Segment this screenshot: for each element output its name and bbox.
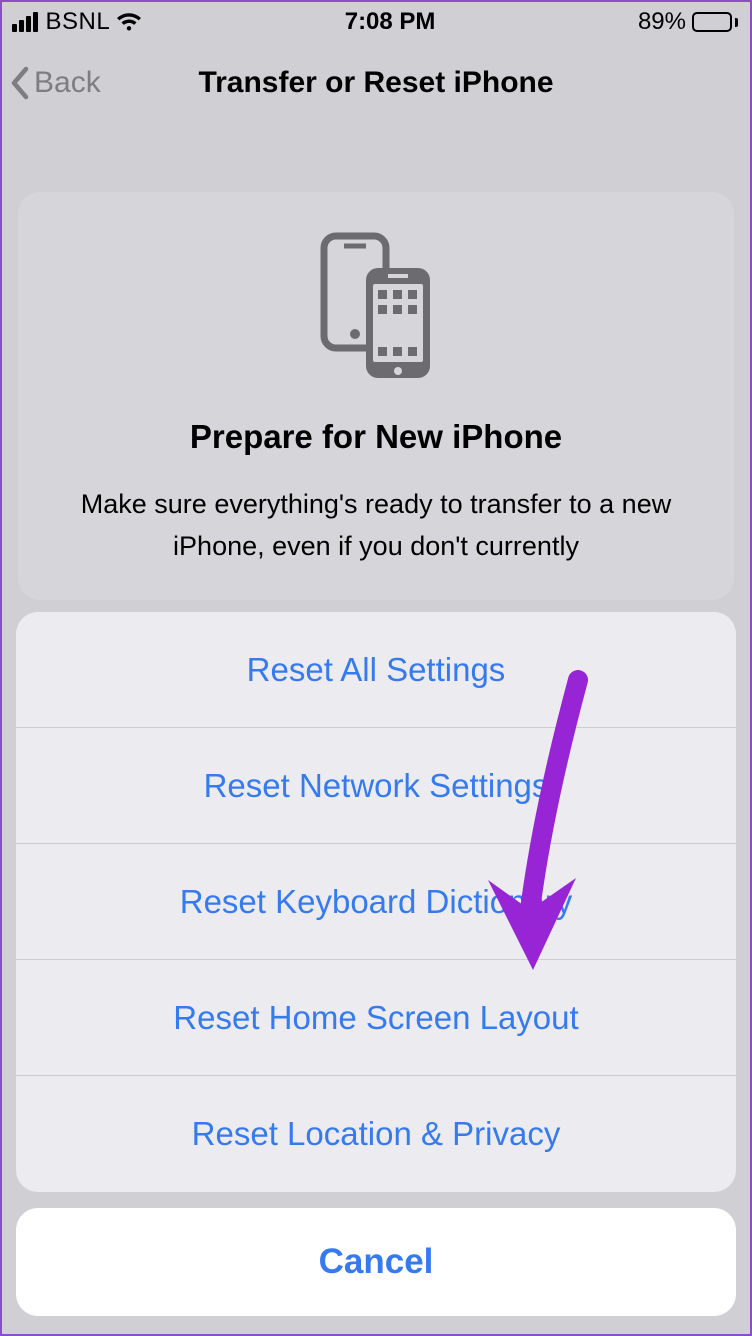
option-label: Reset All Settings bbox=[247, 651, 506, 689]
back-label: Back bbox=[34, 66, 101, 100]
signal-icon bbox=[12, 12, 38, 32]
option-label: Reset Keyboard Dictionary bbox=[180, 883, 573, 921]
reset-location-privacy-option[interactable]: Reset Location & Privacy bbox=[16, 1076, 736, 1192]
clock-time: 7:08 PM bbox=[345, 8, 436, 36]
wifi-icon bbox=[116, 12, 142, 32]
action-sheet-options: Reset All Settings Reset Network Setting… bbox=[16, 612, 736, 1192]
card-title: Prepare for New iPhone bbox=[50, 418, 702, 456]
chevron-left-icon bbox=[8, 65, 32, 101]
card-description: Make sure everything's ready to transfer… bbox=[50, 484, 702, 568]
reset-keyboard-dictionary-option[interactable]: Reset Keyboard Dictionary bbox=[16, 844, 736, 960]
reset-home-screen-layout-option[interactable]: Reset Home Screen Layout bbox=[16, 960, 736, 1076]
option-label: Reset Home Screen Layout bbox=[173, 999, 578, 1037]
prepare-card[interactable]: Prepare for New iPhone Make sure everyth… bbox=[18, 192, 734, 600]
back-button[interactable]: Back bbox=[8, 65, 101, 101]
cancel-button[interactable]: Cancel bbox=[16, 1208, 736, 1316]
option-label: Reset Network Settings bbox=[204, 767, 549, 805]
cancel-label: Cancel bbox=[319, 1242, 434, 1282]
status-bar: BSNL 7:08 PM 89% bbox=[0, 0, 752, 44]
status-left: BSNL bbox=[12, 8, 142, 36]
carrier-label: BSNL bbox=[46, 8, 111, 36]
page-title: Transfer or Reset iPhone bbox=[198, 66, 553, 100]
status-right: 89% bbox=[638, 8, 738, 36]
option-label: Reset Location & Privacy bbox=[192, 1115, 561, 1153]
battery-icon bbox=[692, 12, 738, 32]
reset-all-settings-option[interactable]: Reset All Settings bbox=[16, 612, 736, 728]
transfer-phones-icon bbox=[50, 232, 702, 382]
action-sheet: Reset All Settings Reset Network Setting… bbox=[16, 612, 736, 1316]
battery-percent: 89% bbox=[638, 8, 686, 36]
nav-bar: Back Transfer or Reset iPhone bbox=[0, 44, 752, 122]
reset-network-settings-option[interactable]: Reset Network Settings bbox=[16, 728, 736, 844]
